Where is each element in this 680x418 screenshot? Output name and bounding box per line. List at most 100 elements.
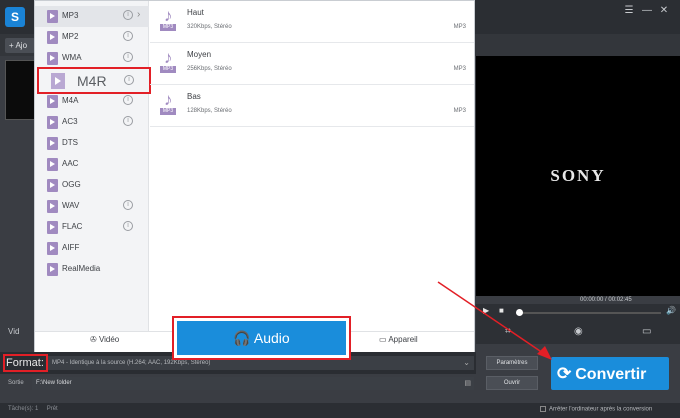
shutdown-option[interactable]: Arrêter l'ordinateur après la conversion [540,406,652,413]
audio-file-icon [47,200,58,213]
quality-detail: 128Kbps, Stéréo [187,108,232,114]
audio-file-icon [47,137,58,150]
sidebar-item-label: RealMedia [62,264,101,273]
audio-file-icon [47,179,58,192]
play-icon[interactable]: ▶ [483,306,489,315]
sidebar-item-mp3[interactable]: MP3 i › [35,6,149,27]
output-label: Sortie [8,380,24,386]
folder-icon[interactable]: ▭ [642,326,651,337]
format-value: MP4 - Identique à la source (H.264; AAC,… [52,360,211,366]
settings-button[interactable]: Paramètres [486,356,538,370]
mp3-tag: MP3 [160,108,176,115]
snapshot-icon[interactable]: ◉ [574,326,583,337]
preview-brand-text: SONY [550,166,606,185]
sidebar-item-wma[interactable]: WMA i [35,48,149,69]
shutdown-label: Arrêter l'ordinateur après la conversion [549,406,653,413]
format-popup: MP3 i › MP2 i WMA i M4A i AC3 i DTS AAC OGG WAV i FLAC i A… [34,0,475,352]
status-ready: Prêt [46,406,58,412]
audio-file-icon [47,158,58,171]
sidebar-item-label: WAV [62,201,80,210]
quality-format: MP3 [453,24,466,30]
sidebar-item-label: AC3 [62,117,78,126]
sidebar-item-label: M4A [62,96,79,105]
audio-file-icon [51,73,65,89]
sidebar-item-m4a[interactable]: M4A i [35,91,149,112]
tab-device-label: Appareil [388,335,418,344]
info-icon[interactable]: i [123,52,133,62]
app-logo-icon: S [5,7,25,27]
minimize-icon[interactable]: — [640,4,654,18]
sidebar-item-aiff[interactable]: AIFF [35,238,149,259]
sidebar-item-realmedia[interactable]: RealMedia [35,259,149,280]
stop-icon[interactable]: ■ [499,306,504,315]
volume-icon[interactable]: 🔊 [666,306,676,315]
quality-option-1[interactable]: ♪ MP3 Moyen 256Kbps, Stéréo MP3 [150,43,474,85]
menu-icon[interactable]: ☰ [622,4,636,18]
shutdown-checkbox[interactable] [540,406,546,412]
quality-option-0[interactable]: ♪ MP3 Haut 320Kbps, Stéréo MP3 [150,1,474,43]
sidebar-item-m4r-highlight[interactable]: M4R i [37,67,151,94]
status-tasks: Tâche(s): 1 Prêt [8,406,58,412]
sidebar-item-dts[interactable]: DTS [35,133,149,154]
sidebar-item-ac3[interactable]: AC3 i [35,112,149,133]
tab-device[interactable]: ▭ Appareil [379,335,418,344]
crop-icon[interactable]: ⌗ [505,326,511,337]
open-button[interactable]: Ouvrir [486,376,538,390]
format-sidebar: MP3 i › MP2 i WMA i M4A i AC3 i DTS AAC OGG WAV i FLAC i A… [35,1,149,331]
chevron-right-icon: › [137,9,141,20]
sidebar-item-label: M4R [77,73,107,89]
tab-video[interactable]: ✇ Vidéo [90,335,119,344]
video-thumbnail[interactable] [5,60,37,120]
convert-label: Convertir [575,366,647,383]
headphones-icon: 🎧 [233,330,254,346]
tab-audio-highlight[interactable]: 🎧 Audio [172,316,351,360]
info-icon[interactable]: i [123,200,133,210]
quality-option-2[interactable]: ♪ MP3 Bas 128Kbps, Stéréo MP3 [150,85,474,127]
sidebar-item-label: MP3 [62,11,79,20]
quality-format: MP3 [453,108,466,114]
sidebar-item-label: DTS [62,138,78,147]
quality-format: MP3 [453,66,466,72]
audio-file-icon [47,52,58,65]
browse-folder-icon[interactable]: ▤ [464,377,471,390]
info-icon[interactable]: i [123,10,133,20]
info-icon[interactable]: i [123,95,133,105]
output-path: F:\New folder [36,380,72,386]
seek-bar[interactable] [516,312,661,314]
music-note-icon: ♪ MP3 [160,7,176,33]
tab-audio-label: Audio [253,330,290,346]
sidebar-item-aac[interactable]: AAC [35,154,149,175]
info-icon[interactable]: i [123,31,133,41]
seek-handle[interactable] [516,309,523,316]
audio-file-icon [47,95,58,108]
tab-audio[interactable]: 🎧 Audio [177,321,346,355]
close-icon[interactable]: ✕ [657,4,671,18]
quality-name: Bas [187,92,201,101]
film-icon: ✇ [90,335,99,344]
video-label: Vid [8,327,20,336]
device-icon: ▭ [379,335,389,344]
audio-file-icon [47,10,58,23]
convert-button[interactable]: ⟳ Convertir [551,357,669,390]
music-note-icon: ♪ MP3 [160,49,176,75]
audio-file-icon [47,242,58,255]
quality-detail: 320Kbps, Stéréo [187,24,232,30]
sidebar-item-label: FLAC [62,222,83,231]
output-path-field[interactable]: F:\New folder ▤ [32,377,474,390]
sidebar-item-wav[interactable]: WAV i [35,196,149,217]
info-icon[interactable]: i [124,75,134,85]
sidebar-item-flac[interactable]: FLAC i [35,217,149,238]
quality-detail: 256Kbps, Stéréo [187,66,232,72]
audio-file-icon [47,31,58,44]
sidebar-item-mp2[interactable]: MP2 i [35,27,149,48]
chevron-down-icon: ⌄ [463,358,470,367]
info-icon[interactable]: i [123,221,133,231]
timecode: 00:00:00 / 00:02:45 [580,297,632,303]
mp3-tag: MP3 [160,24,176,31]
format-label: Format: [3,354,48,372]
sidebar-item-ogg[interactable]: OGG [35,175,149,196]
add-files-button[interactable]: + Ajo [5,38,35,53]
info-icon[interactable]: i [123,116,133,126]
audio-file-icon [47,221,58,234]
tab-video-label: Vidéo [98,335,120,344]
